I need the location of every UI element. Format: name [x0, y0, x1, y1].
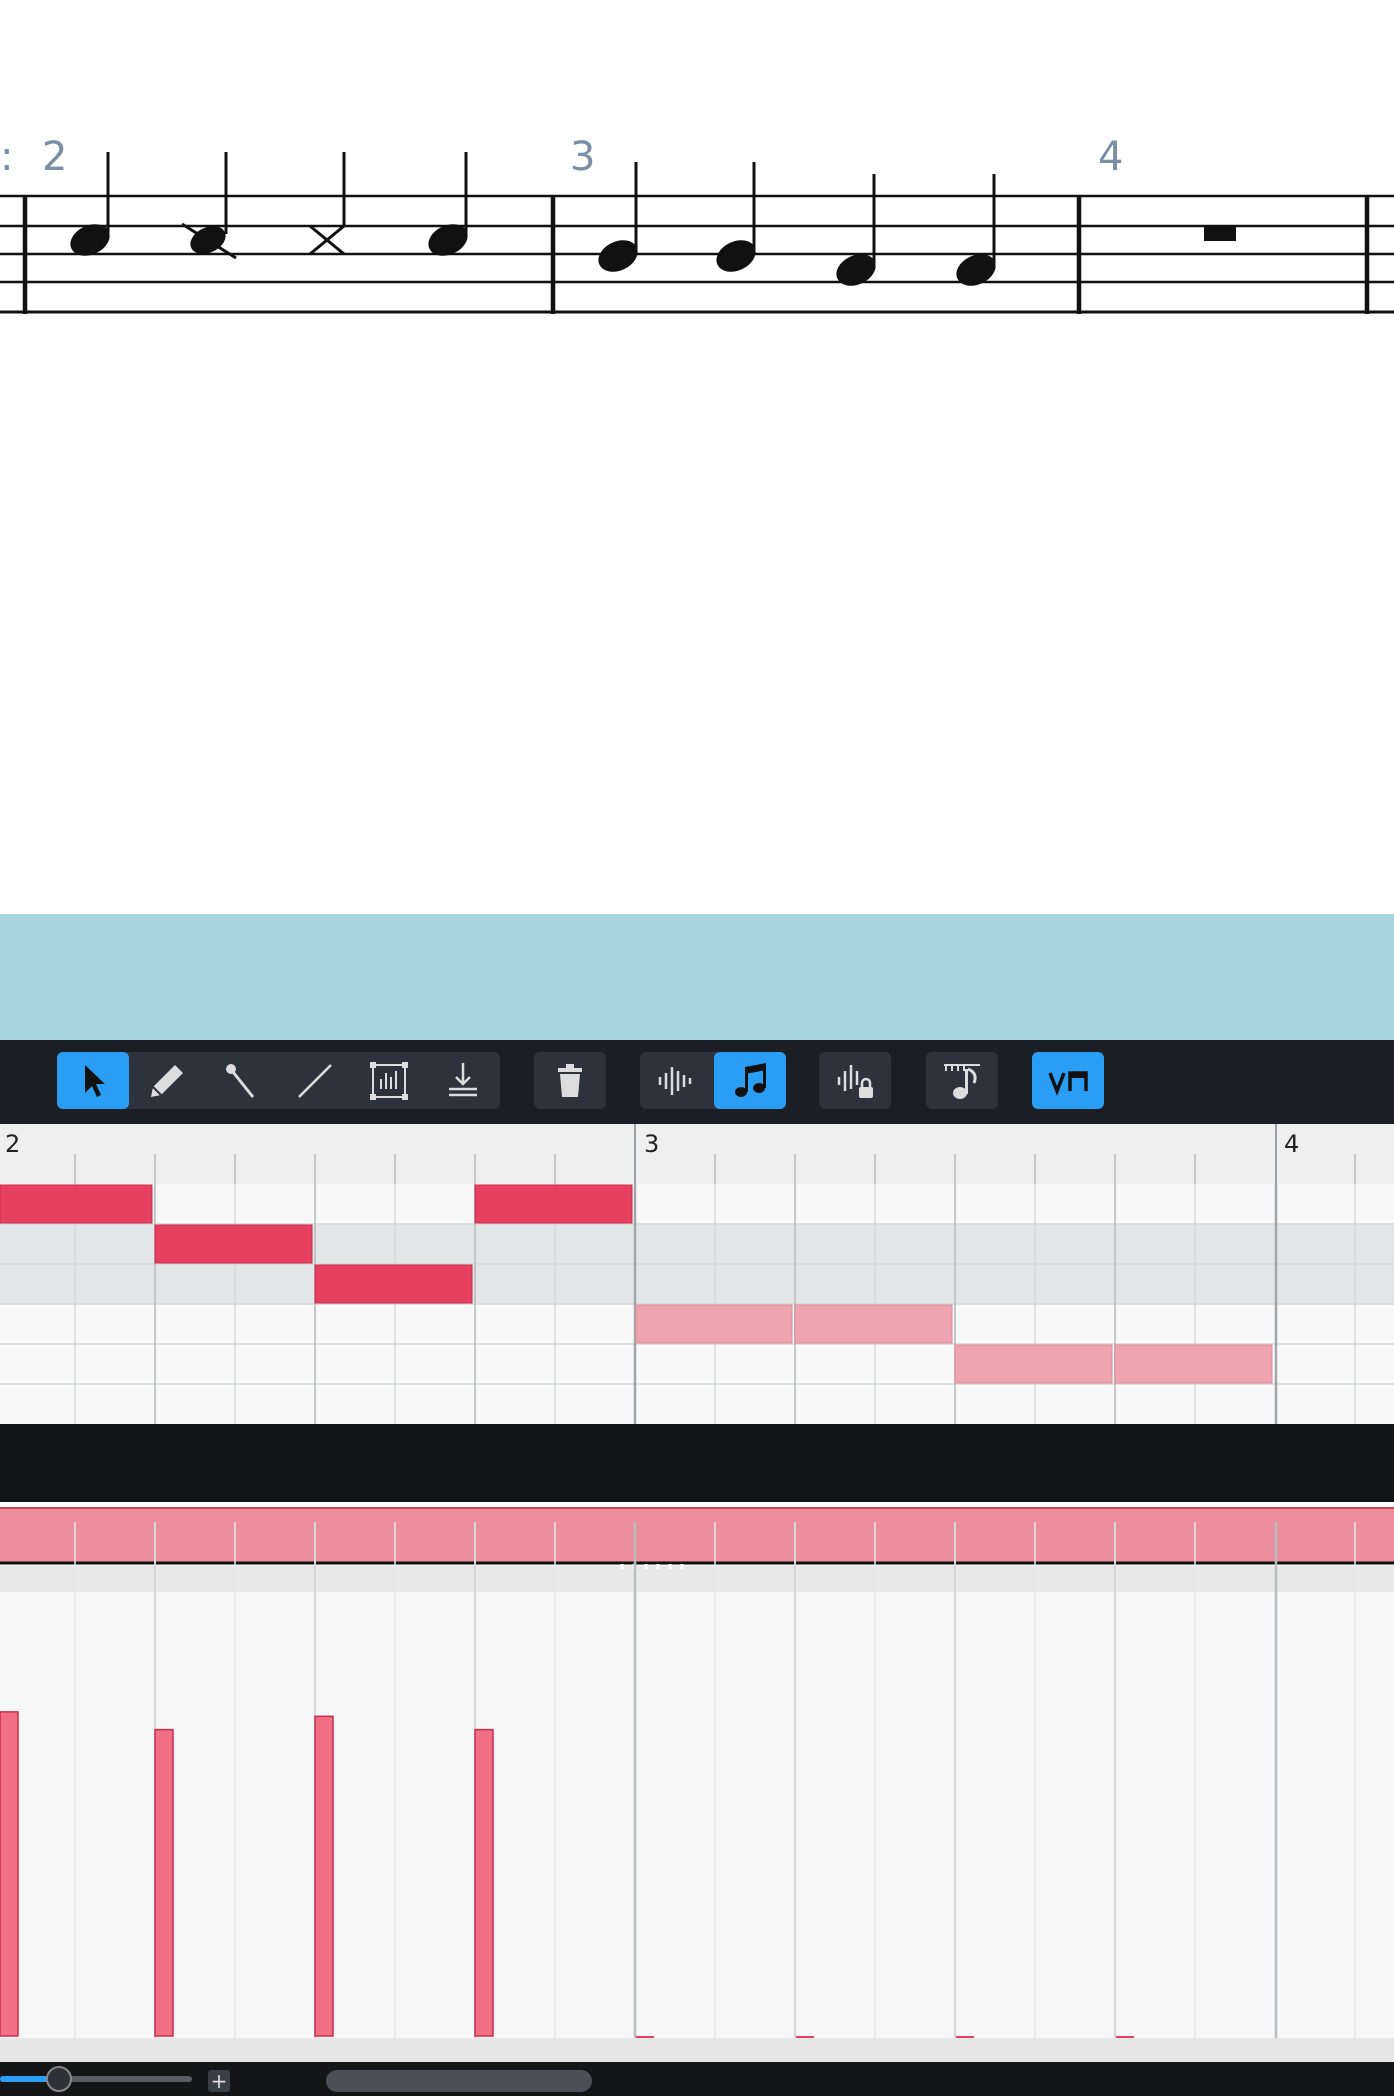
bow-marks-icon	[1048, 1070, 1088, 1096]
ruler-ticks	[74, 1124, 1356, 1184]
line-tool-button[interactable]	[205, 1052, 277, 1109]
midi-mode-button[interactable]	[714, 1052, 786, 1109]
midi-note	[154, 1224, 313, 1264]
measure-number: 2	[42, 134, 67, 180]
stamp-tool-button[interactable]	[427, 1052, 499, 1109]
timeline-ruler[interactable]: 2 3 4	[0, 1124, 1394, 1185]
midi-note	[635, 1304, 793, 1344]
stamp-down-icon	[449, 1062, 477, 1096]
ruler-bar-label: 4	[1284, 1130, 1300, 1158]
midi-note	[474, 1184, 633, 1224]
measure-number: 4	[1098, 134, 1123, 180]
svg-text::: :	[0, 134, 13, 180]
transform-tool-button[interactable]	[353, 1052, 425, 1109]
ruler-bar-label: 3	[644, 1130, 660, 1158]
score-view[interactable]: 2 3 4 :	[0, 0, 1394, 914]
note-grid	[0, 1184, 1394, 1424]
velocity-bar[interactable]	[474, 1728, 494, 2037]
velocity-grid	[0, 1502, 1394, 2062]
measure-number: 3	[570, 134, 595, 180]
transform-box-icon	[370, 1061, 408, 1100]
articulation-button[interactable]	[1032, 1052, 1104, 1109]
audio-mode-button[interactable]	[640, 1052, 712, 1109]
trash-icon	[558, 1063, 582, 1097]
diagonal-line-icon	[298, 1063, 332, 1098]
midi-note	[954, 1344, 1113, 1384]
horizontal-scrollbar-thumb[interactable]	[326, 2070, 592, 2092]
velocity-lane[interactable]	[0, 1502, 1394, 2062]
quantize-button[interactable]	[926, 1052, 998, 1109]
midi-note	[1114, 1344, 1273, 1384]
draw-tool-button[interactable]	[131, 1052, 203, 1109]
velocity-bars	[0, 1711, 494, 2037]
waveform-icon	[658, 1066, 692, 1095]
staff: 2 3 4 :	[0, 134, 1394, 314]
lock-audio-button[interactable]	[819, 1052, 891, 1109]
whole-rest	[1204, 226, 1236, 241]
lane-separator	[0, 1424, 1394, 1502]
ruler-bar-label: 2	[5, 1130, 21, 1158]
delete-button[interactable]	[534, 1052, 606, 1109]
zoom-slider-thumb[interactable]	[46, 2066, 72, 2092]
zoom-in-icon[interactable]: +	[208, 2070, 230, 2092]
line-tool-icon	[226, 1063, 255, 1098]
panel-divider[interactable]	[0, 914, 1394, 1040]
waveform-lock-icon	[837, 1064, 873, 1098]
midi-note	[794, 1304, 953, 1344]
ramp-tool-button[interactable]	[279, 1052, 351, 1109]
select-tool-button[interactable]	[57, 1052, 129, 1109]
ruler-note-icon	[944, 1063, 980, 1099]
music-note-icon	[735, 1062, 766, 1097]
status-bar: +	[0, 2062, 1394, 2096]
key-editor-toolbar	[0, 1040, 1394, 1124]
zoom-slider-fill	[0, 2076, 50, 2082]
midi-note	[0, 1184, 153, 1224]
piano-roll-grid[interactable]	[0, 1184, 1394, 1424]
velocity-bar[interactable]	[0, 1711, 19, 2037]
velocity-bar[interactable]	[314, 1715, 334, 2037]
pencil-icon	[151, 1064, 183, 1097]
velocity-bar[interactable]	[154, 1728, 174, 2037]
pointer-icon	[85, 1064, 105, 1097]
midi-note	[314, 1264, 473, 1304]
